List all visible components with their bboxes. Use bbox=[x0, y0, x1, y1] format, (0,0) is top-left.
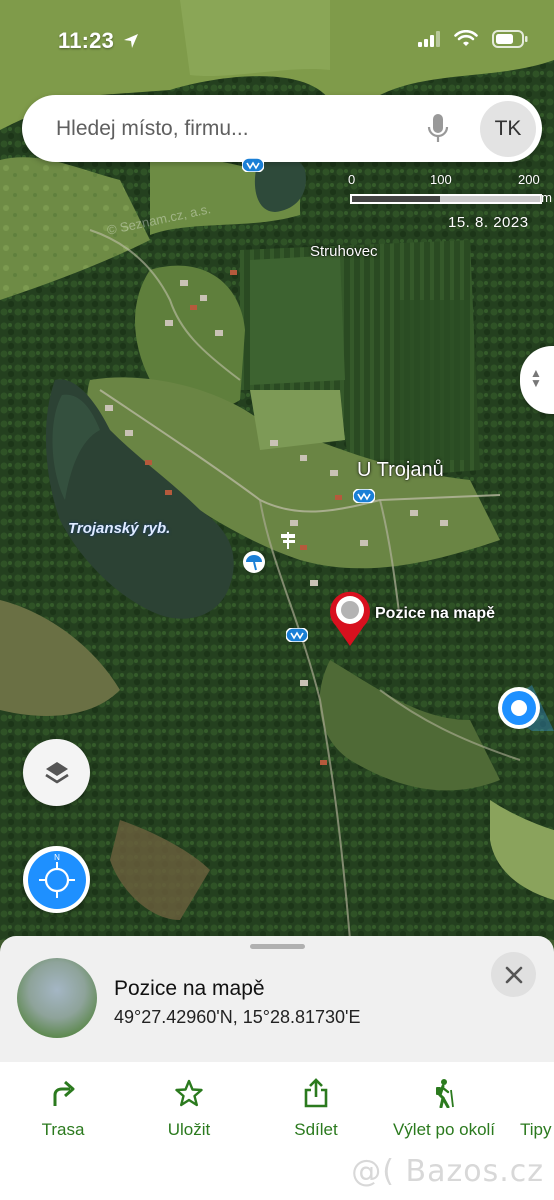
microphone-icon[interactable] bbox=[426, 113, 450, 145]
map-label-u-trojanu[interactable]: U Trojanů bbox=[357, 459, 444, 482]
restaurant-poi-icon[interactable] bbox=[242, 158, 264, 172]
map-layers-button[interactable] bbox=[23, 739, 90, 806]
location-services-icon bbox=[124, 34, 139, 48]
footer: @( Bazos.cz bbox=[0, 1152, 554, 1200]
current-location-icon[interactable] bbox=[496, 685, 554, 731]
scale-tick-100: 100 bbox=[430, 172, 452, 187]
action-save-button[interactable]: Uložit bbox=[156, 1062, 222, 1152]
action-tips-button[interactable]: Tipy bbox=[514, 1062, 554, 1152]
scale-tick-0: 0 bbox=[348, 172, 356, 187]
map-view[interactable]: 11:23 Hledej místo, firmu... TK 0 100 20… bbox=[0, 0, 554, 940]
restaurant-poi-icon[interactable] bbox=[286, 628, 308, 642]
place-coordinates[interactable]: 49°27.42960'N, 15°28.81730'E bbox=[114, 1007, 360, 1028]
map-label-lake[interactable]: Trojanský ryb. bbox=[68, 520, 170, 537]
map-label-struhovec[interactable]: Struhovec bbox=[310, 243, 378, 260]
map-pin-label[interactable]: Pozice na mapě bbox=[375, 605, 495, 623]
cellular-signal-icon bbox=[418, 31, 440, 47]
status-time: 11:23 bbox=[58, 28, 140, 54]
place-thumbnail[interactable] bbox=[17, 958, 97, 1038]
action-nearby-trip-label: Výlet po okolí bbox=[392, 1120, 496, 1139]
action-route-label: Trasa bbox=[41, 1120, 85, 1139]
search-bar[interactable]: TK bbox=[22, 95, 542, 162]
route-arrow-icon bbox=[53, 1080, 75, 1106]
action-nearby-trip-button[interactable]: Výlet po okolí bbox=[387, 1062, 501, 1152]
share-icon bbox=[304, 1078, 328, 1108]
battery-icon bbox=[492, 30, 528, 48]
action-share-label: Sdílet bbox=[294, 1120, 338, 1139]
place-title: Pozice na mapě bbox=[114, 977, 265, 1000]
action-bar: Trasa Uložit Sdílet Výlet po okolí Tipy bbox=[0, 1062, 554, 1152]
action-route-button[interactable]: Trasa bbox=[30, 1062, 96, 1152]
action-save-label: Uložit bbox=[167, 1120, 211, 1139]
status-bar: 11:23 bbox=[0, 0, 554, 84]
wifi-icon bbox=[454, 30, 478, 46]
compass-icon: N bbox=[27, 850, 86, 909]
close-icon bbox=[505, 966, 522, 983]
expand-handle-icon: ▲ ▼ bbox=[530, 366, 542, 390]
signpost-icon[interactable] bbox=[278, 530, 298, 550]
hiker-icon bbox=[436, 1079, 454, 1108]
scale-unit: m bbox=[541, 190, 552, 205]
scale-tick-200: 200 bbox=[518, 172, 540, 187]
action-share-button[interactable]: Sdílet bbox=[282, 1062, 350, 1152]
star-icon bbox=[175, 1079, 203, 1107]
action-tips-label: Tipy bbox=[520, 1120, 552, 1139]
scale-bar bbox=[350, 194, 542, 204]
beach-umbrella-icon[interactable] bbox=[242, 550, 266, 574]
close-sheet-button[interactable] bbox=[491, 952, 536, 997]
place-detail-sheet[interactable]: Pozice na mapě 49°27.42960'N, 15°28.8173… bbox=[0, 936, 554, 1062]
locate-me-button[interactable]: N bbox=[23, 846, 90, 913]
layers-icon bbox=[44, 761, 69, 783]
map-pin-icon[interactable] bbox=[326, 588, 374, 648]
restaurant-poi-icon[interactable] bbox=[353, 489, 375, 503]
sheet-grabber[interactable] bbox=[250, 944, 305, 949]
search-input[interactable] bbox=[56, 116, 416, 141]
imagery-date: 15. 8. 2023 bbox=[448, 214, 529, 231]
svg-text:N: N bbox=[54, 853, 60, 862]
user-avatar[interactable]: TK bbox=[480, 101, 536, 157]
bazos-watermark: @( Bazos.cz bbox=[351, 1154, 544, 1189]
